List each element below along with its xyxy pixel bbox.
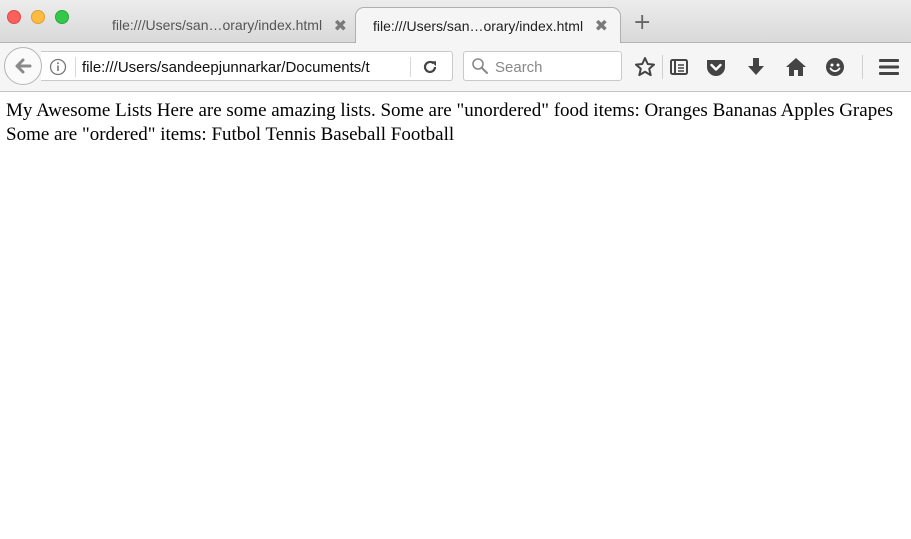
library-icon[interactable]	[668, 56, 690, 78]
back-arrow-icon	[15, 58, 32, 74]
info-icon[interactable]	[49, 58, 67, 81]
window-zoom-button[interactable]	[55, 10, 69, 24]
star-icon[interactable]	[634, 56, 656, 78]
title-bar: file:///Users/san…orary/index.html ✖ fil…	[0, 0, 911, 43]
toolbar-divider	[662, 55, 663, 79]
tab-inactive[interactable]: file:///Users/san…orary/index.html ✖	[100, 8, 355, 42]
reload-icon[interactable]	[421, 58, 439, 81]
home-icon[interactable]	[785, 56, 807, 78]
url-divider	[75, 57, 76, 77]
back-button[interactable]	[4, 47, 42, 85]
tab-active[interactable]: file:///Users/san…orary/index.html ✖	[355, 7, 621, 43]
tab-title: file:///Users/san…orary/index.html	[112, 17, 323, 33]
new-tab-button[interactable]: +	[633, 12, 651, 34]
search-icon	[471, 57, 489, 80]
page-content: My Awesome Lists Here are some amazing l…	[6, 100, 894, 145]
search-field[interactable]: Search	[463, 51, 622, 81]
window-minimize-button[interactable]	[31, 10, 45, 24]
pocket-icon[interactable]	[705, 56, 727, 78]
toolbar-divider	[862, 55, 863, 79]
tab-close-icon[interactable]: ✖	[595, 16, 608, 35]
window-close-button[interactable]	[7, 10, 21, 24]
download-icon[interactable]	[745, 56, 767, 78]
hello-icon[interactable]	[824, 56, 846, 78]
url-input[interactable]: file:///Users/sandeepjunnarkar/Documents…	[82, 59, 378, 76]
search-placeholder: Search	[495, 59, 543, 76]
tab-close-icon[interactable]: ✖	[334, 16, 347, 35]
navigation-toolbar: file:///Users/sandeepjunnarkar/Documents…	[0, 43, 911, 92]
tab-title: file:///Users/san…orary/index.html	[373, 17, 584, 34]
url-divider	[410, 57, 411, 77]
hamburger-menu-icon[interactable]	[878, 56, 900, 78]
url-bar[interactable]: file:///Users/sandeepjunnarkar/Documents…	[41, 51, 453, 81]
